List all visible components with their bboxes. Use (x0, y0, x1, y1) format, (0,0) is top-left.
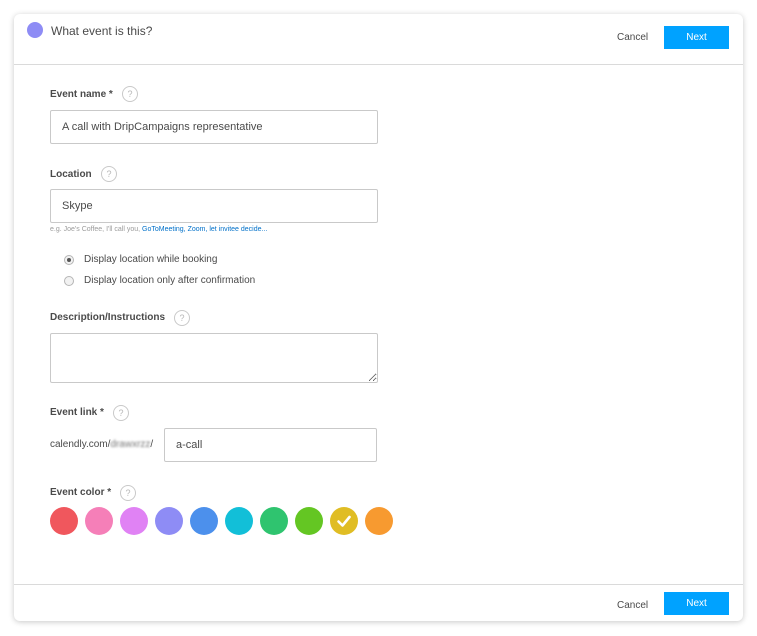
header-bar: What event is this? Cancel Next (14, 14, 743, 65)
location-help-icon[interactable]: ? (101, 166, 117, 182)
color-swatch[interactable] (260, 507, 288, 535)
event-link-input[interactable] (164, 428, 377, 462)
color-swatch[interactable] (225, 507, 253, 535)
event-link-domain: calendly.com/ (50, 439, 111, 450)
cancel-button[interactable]: Cancel (617, 32, 648, 43)
header-title: What event is this? (51, 24, 153, 38)
event-link-prefix: calendly.com/drawxrzz/ (50, 439, 153, 450)
event-link-label: Event link * (50, 407, 104, 418)
location-label: Location (50, 169, 92, 180)
event-name-input[interactable] (50, 110, 378, 144)
event-color-label: Event color * (50, 487, 112, 498)
event-link-help-icon[interactable]: ? (113, 405, 129, 421)
color-swatch[interactable] (50, 507, 78, 535)
color-swatch[interactable] (295, 507, 323, 535)
description-textarea[interactable] (50, 333, 378, 383)
event-color-dot (27, 22, 43, 38)
location-option-label: Display location while booking (84, 254, 218, 265)
event-name-label: Event name * (50, 89, 113, 100)
color-swatch[interactable] (330, 507, 358, 535)
radio-unchecked-icon[interactable] (64, 276, 74, 286)
footer-cancel-button[interactable]: Cancel (617, 600, 648, 611)
description-help-icon[interactable]: ? (174, 310, 190, 326)
location-option-label: Display location only after confirmation (84, 275, 256, 286)
color-swatch[interactable] (120, 507, 148, 535)
footer-next-button[interactable]: Next (664, 592, 729, 615)
color-swatch[interactable] (190, 507, 218, 535)
color-swatch[interactable] (365, 507, 393, 535)
event-form-card: What event is this? Cancel Next Event na… (14, 14, 743, 621)
location-hint-link[interactable]: GoToMeeting, Zoom, let invitee decide... (142, 226, 267, 233)
radio-checked-icon[interactable] (64, 255, 74, 265)
event-link-user-slug: drawxrzz (110, 439, 151, 450)
location-hint-text: e.g. Joe's Coffee, I'll call you, (50, 226, 143, 233)
event-color-help-icon[interactable]: ? (120, 485, 136, 501)
next-button[interactable]: Next (664, 26, 729, 49)
location-input[interactable] (50, 189, 378, 223)
event-name-help-icon[interactable]: ? (122, 86, 138, 102)
description-label: Description/Instructions (50, 312, 166, 323)
event-link-slash: / (150, 439, 154, 450)
footer-bar: Cancel Next (14, 584, 743, 621)
checkmark-icon (337, 515, 351, 527)
color-swatch[interactable] (155, 507, 183, 535)
color-swatch[interactable] (85, 507, 113, 535)
location-hint: e.g. Joe's Coffee, I'll call you, GoToMe… (50, 226, 267, 233)
